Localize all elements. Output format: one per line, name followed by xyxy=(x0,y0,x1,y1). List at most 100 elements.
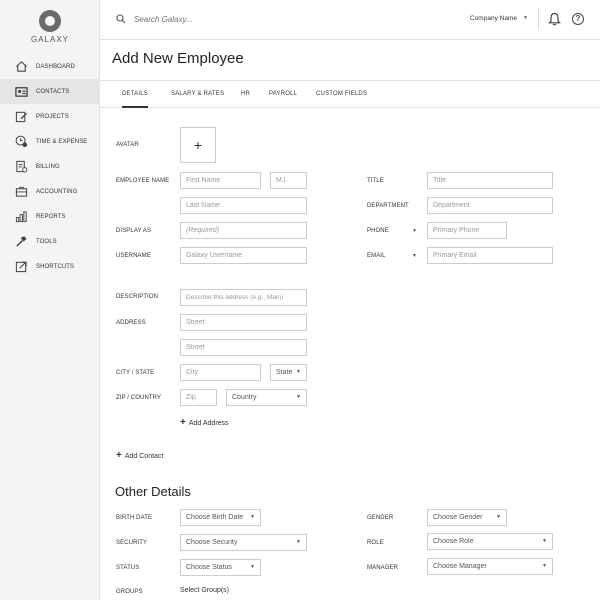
street2-field[interactable]: Street xyxy=(180,339,307,356)
billing-icon xyxy=(14,160,28,174)
caret-down-icon: ▼ xyxy=(542,538,547,544)
add-address-link[interactable]: + Add Address xyxy=(180,417,229,428)
status-value: Choose Status xyxy=(186,564,232,571)
caret-down-icon: ▼ xyxy=(296,369,301,375)
username-field[interactable]: Galaxy Username xyxy=(180,247,307,264)
security-select[interactable]: Choose Security ▼ xyxy=(180,534,307,551)
plus-icon: + xyxy=(180,417,186,428)
add-address-label: Add Address xyxy=(188,420,229,427)
bar-chart-icon xyxy=(14,210,28,224)
email-label: EMAIL xyxy=(367,253,386,259)
manager-label: MANAGER xyxy=(367,565,399,571)
manager-select[interactable]: Choose Manager ▼ xyxy=(427,558,553,575)
sidebar-item-label: TIME & EXPENSE xyxy=(36,138,88,145)
tab-hr[interactable]: HR xyxy=(241,81,250,108)
logo-text: GALAXY xyxy=(30,35,69,44)
sidebar-nav: DASHBOARD CONTACTS PROJECTS TIME & EXPEN… xyxy=(0,54,100,279)
gender-select[interactable]: Choose Gender ▼ xyxy=(427,509,507,526)
display-as-field[interactable]: (Required) xyxy=(180,222,307,239)
sidebar-item-accounting[interactable]: ACCOUNTING xyxy=(0,179,100,204)
briefcase-icon xyxy=(14,185,28,199)
status-label: STATUS xyxy=(116,565,140,571)
sidebar-item-tools[interactable]: TOOLS xyxy=(0,229,100,254)
security-label: SECURITY xyxy=(116,540,148,546)
address-label: ADDRESS xyxy=(116,320,146,326)
avatar-label: AVATAR xyxy=(116,142,139,148)
address-description-field[interactable]: Describe this address (e.g., Main) xyxy=(180,289,307,306)
sidebar-item-label: PROJECTS xyxy=(36,113,69,120)
sidebar-item-reports[interactable]: REPORTS xyxy=(0,204,100,229)
description-label: DESCRIPTION xyxy=(116,294,159,300)
caret-down-icon: ▼ xyxy=(496,514,501,520)
street-field[interactable]: Street xyxy=(180,314,307,331)
country-select-value: Country xyxy=(232,394,257,401)
top-bar: Company Name ▼ ? xyxy=(100,0,600,40)
email-field[interactable]: Primary Email xyxy=(427,247,553,264)
bell-icon[interactable] xyxy=(548,12,561,26)
department-field[interactable]: Department xyxy=(427,197,553,214)
company-selector[interactable]: Company Name xyxy=(470,15,517,22)
sidebar-item-time-expense[interactable]: TIME & EXPENSE xyxy=(0,129,100,154)
tab-bar: DETAILS SALARY & RATES HR PAYROLL CUSTOM… xyxy=(100,80,600,108)
sidebar-item-label: SHORTCUTS xyxy=(36,263,75,270)
caret-down-icon: ▼ xyxy=(250,564,255,570)
time-expense-icon xyxy=(14,135,28,149)
first-name-field[interactable]: First Name xyxy=(180,172,261,189)
contacts-card-icon xyxy=(14,85,28,99)
sidebar-item-shortcuts[interactable]: SHORTCUTS xyxy=(0,254,100,279)
sidebar-item-label: DASHBOARD xyxy=(36,63,75,70)
tab-custom-fields[interactable]: CUSTOM FIELDS xyxy=(316,81,367,108)
title-label: TITLE xyxy=(367,178,384,184)
gender-label: GENDER xyxy=(367,515,394,521)
home-icon xyxy=(14,60,28,74)
email-type-caret-icon[interactable]: ▼ xyxy=(412,253,417,259)
city-field[interactable]: City xyxy=(180,364,261,381)
city-state-label: CITY / STATE xyxy=(116,370,155,376)
groups-select[interactable]: Select Group(s) xyxy=(180,587,229,594)
status-select[interactable]: Choose Status ▼ xyxy=(180,559,261,576)
plus-icon: + xyxy=(116,450,122,461)
employee-name-label: EMPLOYEE NAME xyxy=(116,178,170,184)
avatar-upload-button[interactable]: + xyxy=(180,127,216,163)
search-input[interactable] xyxy=(134,11,334,27)
role-select[interactable]: Choose Role ▼ xyxy=(427,533,553,550)
search-icon[interactable] xyxy=(116,14,126,24)
sidebar-item-contacts[interactable]: CONTACTS xyxy=(0,79,100,104)
external-link-icon xyxy=(14,260,28,274)
add-contact-link[interactable]: + Add Contact xyxy=(116,450,163,461)
birth-date-select[interactable]: Choose Birth Date ▼ xyxy=(180,509,261,526)
role-label: ROLE xyxy=(367,540,384,546)
help-icon[interactable]: ? xyxy=(572,13,584,25)
title-field[interactable]: Title xyxy=(427,172,553,189)
caret-down-icon: ▼ xyxy=(296,394,301,400)
tab-salary-rates[interactable]: SALARY & RATES xyxy=(171,81,224,108)
divider xyxy=(538,8,539,30)
zip-field[interactable]: Zip xyxy=(180,389,217,406)
sidebar-item-label: CONTACTS xyxy=(36,88,70,95)
phone-type-caret-icon[interactable]: ▼ xyxy=(412,228,417,234)
tab-details[interactable]: DETAILS xyxy=(122,81,148,108)
sidebar-item-dashboard[interactable]: DASHBOARD xyxy=(0,54,100,79)
groups-label: GROUPS xyxy=(116,589,143,595)
sidebar-item-billing[interactable]: BILLING xyxy=(0,154,100,179)
manager-value: Choose Manager xyxy=(433,563,487,570)
caret-down-icon[interactable]: ▼ xyxy=(523,15,528,21)
username-label: USERNAME xyxy=(116,253,151,259)
state-select[interactable]: State ▼ xyxy=(270,364,307,381)
phone-field[interactable]: Primary Phone xyxy=(427,222,507,239)
sidebar-item-label: REPORTS xyxy=(36,213,66,220)
sidebar-item-projects[interactable]: PROJECTS xyxy=(0,104,100,129)
caret-down-icon: ▼ xyxy=(296,539,301,545)
country-select[interactable]: Country ▼ xyxy=(226,389,307,406)
birth-date-label: BIRTH DATE xyxy=(116,515,153,521)
tab-payroll[interactable]: PAYROLL xyxy=(269,81,297,108)
caret-down-icon: ▼ xyxy=(542,563,547,569)
display-as-label: DISPLAY AS xyxy=(116,228,152,234)
last-name-field[interactable]: Last Name xyxy=(180,197,307,214)
zip-country-label: ZIP / COUNTRY xyxy=(116,395,162,401)
sidebar-item-label: TOOLS xyxy=(36,238,57,245)
security-value: Choose Security xyxy=(186,539,238,546)
add-contact-label: Add Contact xyxy=(124,453,164,460)
galaxy-logo[interactable]: GALAXY xyxy=(0,8,100,44)
middle-initial-field[interactable]: M.I. xyxy=(270,172,307,189)
